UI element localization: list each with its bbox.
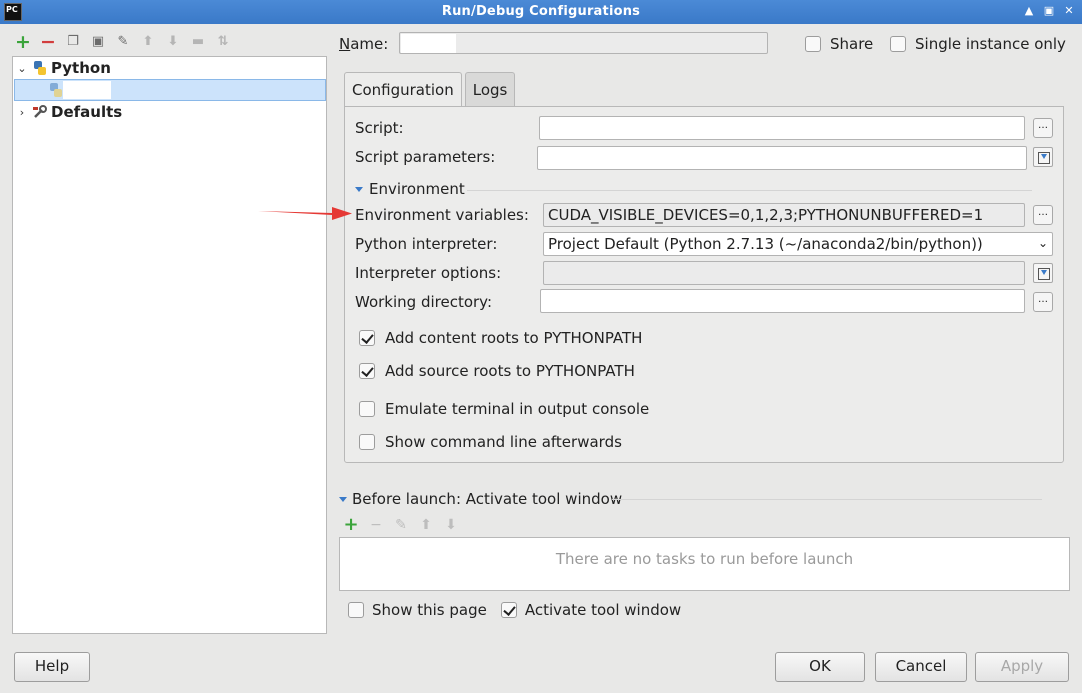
emulate-terminal-check[interactable]: [359, 401, 375, 417]
tab-configuration[interactable]: Configuration: [344, 72, 462, 107]
configuration-tree[interactable]: ⌄ Python › Defaults: [12, 56, 327, 634]
configuration-panel: Script: … Script parameters: Environment…: [344, 106, 1064, 463]
show-command-line-check[interactable]: [359, 434, 375, 450]
tree-node-label: Python: [51, 59, 111, 77]
script-field[interactable]: [539, 116, 1025, 140]
working-directory-label: Working directory:: [355, 293, 493, 311]
tree-node-python[interactable]: ⌄ Python: [13, 57, 326, 79]
environment-section-title: Environment: [369, 180, 465, 198]
name-field[interactable]: [399, 32, 768, 54]
activate-tool-window-label: Activate tool window: [524, 601, 682, 619]
python-config-icon: [50, 83, 62, 97]
single-instance-label: Single instance only: [915, 35, 1066, 53]
share-check[interactable]: [805, 36, 821, 52]
tab-logs[interactable]: Logs: [464, 72, 516, 106]
chevron-right-icon[interactable]: ›: [13, 106, 31, 119]
annotation-arrow-icon: [258, 207, 352, 220]
maximize-icon[interactable]: ▣: [1042, 3, 1056, 19]
tab-bar: Configuration Logs: [344, 72, 516, 107]
redacted-name: [401, 34, 456, 53]
wrench-icon[interactable]: ✎: [114, 33, 132, 51]
before-launch-options: Show this page Activate tool window: [348, 601, 681, 619]
working-directory-field[interactable]: [540, 289, 1025, 313]
move-up-icon[interactable]: ⬆: [139, 33, 157, 51]
close-icon[interactable]: ✕: [1062, 3, 1076, 19]
before-launch-title: Before launch: Activate tool window: [352, 490, 623, 508]
single-instance-check[interactable]: [890, 36, 906, 52]
emulate-terminal-label: Emulate terminal in output console: [385, 400, 650, 418]
share-checkbox[interactable]: Share: [805, 35, 873, 53]
wrench-icon: [33, 105, 47, 118]
remove-icon[interactable]: −: [39, 33, 57, 52]
share-label: Share: [830, 35, 874, 53]
script-parameters-label: Script parameters:: [355, 148, 496, 166]
browse-script-button[interactable]: …: [1033, 118, 1053, 138]
move-down-icon[interactable]: ⬇: [164, 33, 182, 51]
save-icon[interactable]: ▣: [89, 33, 107, 51]
activate-tool-window-check[interactable]: [500, 602, 517, 618]
name-label: Name:: [339, 35, 389, 53]
ok-button[interactable]: OK: [775, 652, 865, 682]
help-button[interactable]: Help: [14, 652, 90, 682]
script-parameters-field[interactable]: [537, 146, 1027, 170]
divider: [612, 499, 1042, 500]
before-launch-header[interactable]: Before launch: Activate tool window: [339, 490, 622, 508]
add-icon[interactable]: +: [14, 33, 32, 52]
redacted-name: [63, 81, 111, 99]
content-roots-checkbox[interactable]: Add content roots to PYTHONPATH: [359, 329, 642, 347]
source-roots-check[interactable]: [359, 363, 375, 379]
add-task-icon[interactable]: +: [343, 514, 359, 535]
window-title: Run/Debug Configurations: [441, 4, 641, 19]
interpreter-label: Python interpreter:: [355, 235, 498, 253]
chevron-down-icon: ⌄: [1037, 236, 1048, 250]
tree-node-selected-config[interactable]: [14, 79, 326, 101]
show-command-line-checkbox[interactable]: Show command line afterwards: [359, 433, 622, 451]
content-roots-label: Add content roots to PYTHONPATH: [385, 329, 643, 347]
python-icon: [34, 61, 46, 75]
folder-icon[interactable]: ▬: [189, 33, 207, 51]
move-down-icon[interactable]: ⬇: [443, 517, 459, 533]
interpreter-options-label: Interpreter options:: [355, 264, 502, 282]
interpreter-value: Project Default (Python 2.7.13 (~/anacon…: [548, 235, 983, 253]
env-vars-field[interactable]: CUDA_VISIBLE_DEVICES=0,1,2,3;PYTHONUNBUF…: [543, 203, 1025, 227]
before-launch-task-list[interactable]: There are no tasks to run before launch: [339, 537, 1070, 591]
sort-icon[interactable]: ⇅: [214, 33, 232, 51]
before-launch-toolbar: + − ✎ ⬆ ⬇: [343, 514, 459, 535]
title-bar: PC Run/Debug Configurations ▲ ▣ ✕: [0, 0, 1082, 24]
script-label: Script:: [355, 119, 404, 137]
show-this-page-label: Show this page: [372, 601, 487, 619]
move-up-icon[interactable]: ⬆: [418, 517, 434, 533]
expand-script-params-icon[interactable]: [1033, 147, 1053, 167]
copy-icon[interactable]: ❐: [64, 33, 82, 51]
browse-working-directory-button[interactable]: …: [1033, 292, 1053, 312]
emulate-terminal-checkbox[interactable]: Emulate terminal in output console: [359, 400, 649, 418]
expand-interpreter-options-icon[interactable]: [1033, 263, 1053, 283]
divider: [467, 190, 1032, 191]
cancel-button[interactable]: Cancel: [875, 652, 967, 682]
show-command-line-label: Show command line afterwards: [385, 433, 622, 451]
interpreter-options-field[interactable]: [543, 261, 1025, 285]
collapse-triangle-icon: [339, 496, 347, 502]
single-instance-checkbox[interactable]: Single instance only: [890, 35, 1066, 53]
source-roots-checkbox[interactable]: Add source roots to PYTHONPATH: [359, 362, 635, 380]
edit-task-icon[interactable]: ✎: [393, 517, 409, 533]
edit-env-vars-button[interactable]: …: [1033, 205, 1053, 225]
empty-tasks-text: There are no tasks to run before launch: [555, 550, 854, 568]
tree-node-label: Defaults: [51, 103, 123, 121]
interpreter-select[interactable]: Project Default (Python 2.7.13 (~/anacon…: [543, 232, 1053, 256]
tree-node-defaults[interactable]: › Defaults: [13, 101, 326, 123]
show-this-page-check[interactable]: [348, 602, 364, 618]
env-vars-label: Environment variables:: [355, 206, 529, 224]
environment-section-header[interactable]: Environment: [355, 180, 465, 198]
chevron-down-icon[interactable]: ⌄: [13, 62, 31, 75]
collapse-triangle-icon: [355, 186, 363, 192]
config-toolbar: + − ❐ ▣ ✎ ⬆ ⬇ ▬ ⇅: [14, 32, 232, 52]
content-roots-check[interactable]: [359, 330, 375, 346]
source-roots-label: Add source roots to PYTHONPATH: [385, 362, 635, 380]
minimize-icon[interactable]: ▲: [1022, 3, 1036, 19]
apply-button[interactable]: Apply: [975, 652, 1069, 682]
remove-task-icon[interactable]: −: [368, 517, 384, 533]
